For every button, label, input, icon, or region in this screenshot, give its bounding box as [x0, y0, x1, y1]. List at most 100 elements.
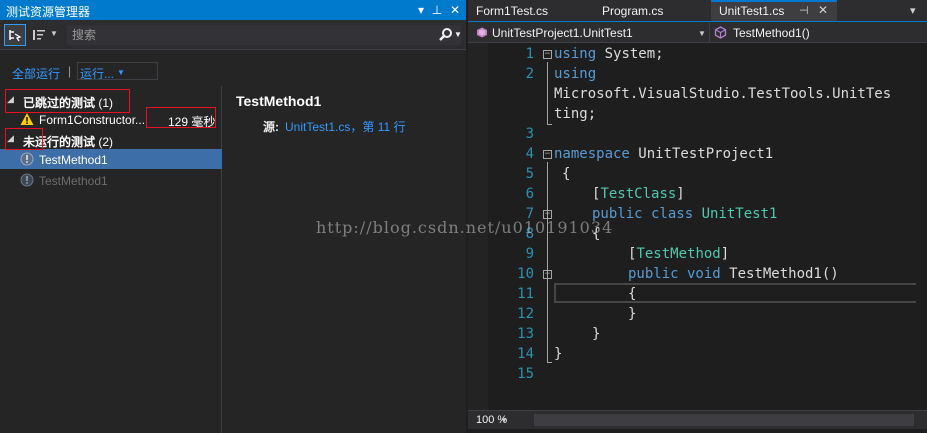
close-tab-icon[interactable]: ✕	[818, 3, 828, 17]
not-run-icon	[20, 152, 34, 166]
annotation-box	[146, 107, 216, 128]
line-number: 3	[525, 126, 534, 142]
member-dropdown[interactable]: TestMethod1()	[712, 23, 927, 42]
code-line-2: 2 using	[468, 65, 927, 85]
explorer-toolbar: ▼ ▼	[0, 20, 466, 50]
code-line-6: 6 [TestClass]	[468, 185, 927, 205]
code-text: {	[592, 226, 601, 242]
code-line-2-wrap-1: Microsoft.VisualStudio.TestTools.UnitTes	[468, 85, 927, 105]
collapse-icon[interactable]: −	[543, 210, 552, 219]
line-number: 13	[517, 326, 534, 342]
keyword: namespace	[554, 146, 630, 162]
run-all-link[interactable]: 全部运行	[12, 65, 60, 82]
test-explorer-panel: 测试资源管理器 ▾ ⊥ ✕ ▼ ▼ 全部运行 | 运行... ▼	[0, 0, 466, 433]
code-editor: Form1Test.cs Program.cs UnitTest1.cs ⊣ ✕…	[468, 0, 927, 433]
pin-icon[interactable]: ⊥	[430, 2, 444, 18]
test-item-testmethod1-selected[interactable]: TestMethod1	[0, 149, 222, 169]
code-text: {	[562, 166, 571, 182]
code-line-2-wrap-2: ting;	[468, 105, 927, 125]
code-line-3: 3	[468, 125, 927, 145]
sort-dropdown-icon[interactable]: ▼	[50, 29, 58, 38]
code-line-14: 14 }	[468, 345, 927, 365]
code-line-5: 5 {	[468, 165, 927, 185]
code-line-9: 9 [TestMethod]	[468, 245, 927, 265]
tab-form1test[interactable]: Form1Test.cs	[476, 0, 588, 21]
test-name: TestMethod1	[39, 153, 108, 167]
code-line-15: 15	[468, 365, 927, 385]
code-line-11: 11 {	[468, 285, 927, 305]
class-icon	[477, 27, 487, 38]
type-dropdown-label: UnitTestProject1.UnitTest1	[492, 26, 633, 40]
annotation-box	[5, 89, 130, 113]
annotation-box	[5, 128, 43, 150]
code-text: }	[592, 326, 601, 342]
horizontal-scrollbar[interactable]	[534, 414, 914, 426]
collapse-icon[interactable]: −	[543, 50, 552, 59]
test-item-testmethod1[interactable]: TestMethod1	[0, 170, 222, 190]
source-link[interactable]: UnitTest1.cs，第 11 行	[285, 118, 405, 135]
code-text: ]	[720, 246, 730, 262]
line-number: 6	[525, 186, 534, 202]
code-line-8: 8 {	[468, 225, 927, 245]
dropdown-caret-icon: ▼	[698, 29, 706, 38]
keyword: public class	[592, 206, 694, 222]
type-name: TestMethod	[636, 246, 721, 262]
tab-list-dropdown-icon[interactable]: ▾	[910, 4, 916, 17]
group-by-icon	[9, 30, 22, 42]
code-text: UnitTestProject1	[629, 146, 774, 162]
line-number: 5	[525, 166, 534, 182]
code-text: {	[628, 286, 637, 302]
test-explorer-title-bar: 测试资源管理器 ▾ ⊥ ✕	[0, 0, 466, 20]
run-separator: |	[68, 64, 72, 78]
panel-title: 测试资源管理器	[6, 5, 91, 19]
test-name: TestMethod1	[39, 174, 108, 188]
line-number: 10	[517, 266, 534, 282]
code-text: }	[628, 306, 637, 322]
group-count: (2)	[98, 135, 114, 149]
line-number: 7	[525, 206, 534, 222]
code-text: ting;	[554, 106, 597, 122]
pin-icon[interactable]: ⊣	[799, 4, 809, 17]
not-run-icon	[20, 173, 34, 187]
code-text: TestMethod1()	[720, 266, 839, 282]
code-line-7: 7 − public class UnitTest1	[468, 205, 927, 225]
search-dropdown-icon[interactable]: ▼	[454, 30, 462, 39]
editor-bottom-bar: 100 % ▼	[468, 410, 927, 429]
search-icon[interactable]	[438, 27, 454, 43]
line-number: 14	[517, 346, 534, 362]
source-label: 源:	[263, 120, 279, 134]
line-number: 8	[525, 226, 534, 242]
code-line-4: 4 − namespace UnitTestProject1	[468, 145, 927, 165]
group-by-button[interactable]	[4, 24, 26, 46]
code-text: }	[554, 346, 563, 362]
sort-icon[interactable]	[32, 28, 46, 42]
code-line-10: 10 − public void TestMethod1()	[468, 265, 927, 285]
zoom-dropdown-icon[interactable]: ▼	[500, 416, 508, 425]
test-details-pane: TestMethod1 源: UnitTest1.cs，第 11 行	[223, 86, 466, 433]
navigation-bar: UnitTestProject1.UnitTest1 ▼ TestMethod1…	[468, 21, 927, 43]
close-icon[interactable]: ✕	[448, 2, 462, 18]
search-input[interactable]	[66, 24, 462, 46]
tab-label: UnitTest1.cs	[719, 4, 785, 18]
editor-tab-strip: Form1Test.cs Program.cs UnitTest1.cs ⊣ ✕…	[468, 0, 927, 21]
method-icon	[714, 26, 727, 39]
collapse-icon[interactable]: −	[543, 150, 552, 159]
tab-program[interactable]: Program.cs	[602, 0, 702, 21]
line-number: 1	[525, 46, 534, 62]
line-number: 11	[517, 286, 534, 302]
code-text-area[interactable]: 1 − using System; 2 using Microsoft.Visu…	[468, 43, 927, 410]
line-number: 9	[525, 246, 534, 262]
dropdown-icon[interactable]: ▾	[414, 2, 428, 18]
test-name: Form1Constructor...	[39, 113, 146, 127]
vertical-scrollbar[interactable]	[916, 43, 927, 410]
code-line-13: 13 }	[468, 325, 927, 345]
keyword: public void	[628, 266, 721, 282]
type-dropdown[interactable]: UnitTestProject1.UnitTest1 ▼	[470, 23, 710, 42]
detail-test-title: TestMethod1	[236, 93, 322, 109]
type-name: TestClass	[600, 186, 677, 202]
code-line-12: 12 }	[468, 305, 927, 325]
run-bar: 全部运行 | 运行... ▼	[0, 56, 466, 84]
keyword: using	[554, 46, 597, 62]
line-number: 15	[517, 366, 534, 382]
collapse-icon[interactable]: −	[543, 270, 552, 279]
